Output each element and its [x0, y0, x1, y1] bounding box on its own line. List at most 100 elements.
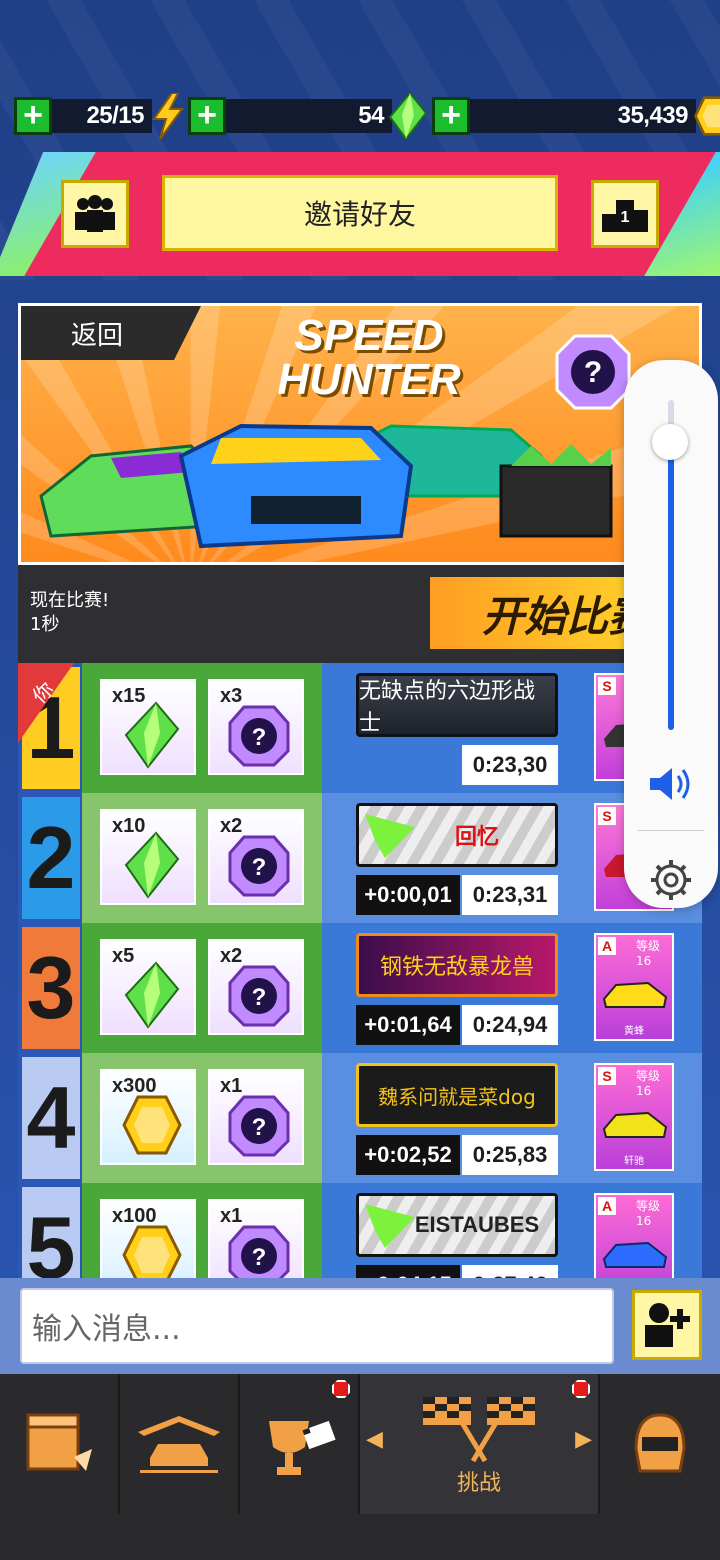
mystery-box-icon[interactable]: ? [555, 334, 631, 410]
race-timer: 1秒 [30, 614, 60, 635]
race-time: 0:25,83 [462, 1135, 558, 1175]
car-tier: S [598, 677, 616, 695]
time-difference: +0:04,15 [356, 1265, 460, 1278]
podium-icon: 1 [602, 200, 648, 232]
player-nameplate[interactable]: 回忆 [356, 803, 558, 867]
player-nameplate[interactable]: 无缺点的六边形战士 [356, 673, 558, 737]
mystery-box-icon: ? [228, 705, 290, 767]
chat-bar: 输入消息... [0, 1278, 720, 1374]
table-row[interactable]: 3 x5 x2 ? 钢铁无敌暴龙兽 +0:01,64 0:24,94 A 等级1… [18, 923, 702, 1053]
gems-resource: + 54 [188, 93, 428, 139]
race-bar: 现在比赛! 1秒 开始比赛 [18, 565, 702, 663]
gem-icon [124, 831, 180, 899]
podium-rank: 1 [621, 209, 630, 226]
group-icon [75, 195, 115, 232]
nav-shop[interactable] [0, 1374, 120, 1514]
table-row[interactable]: 5 x100 x1 ? EISTAUBES +0:04,15 0:27,46 A… [18, 1183, 702, 1278]
gem-icon [124, 961, 180, 1029]
player-nameplate[interactable]: 钢铁无敌暴龙兽 [356, 933, 558, 997]
garage-icon [138, 1416, 220, 1473]
nav-challenge[interactable]: ◀ 挑战 ▶ [360, 1374, 600, 1514]
svg-text:?: ? [252, 724, 267, 751]
add-coins-button[interactable]: + [432, 97, 470, 135]
reward-card[interactable]: x2 ? [208, 809, 304, 905]
mystery-box-icon: ? [228, 965, 290, 1027]
add-user-icon [645, 1303, 690, 1347]
reward-card[interactable]: x5 [100, 939, 196, 1035]
add-gems-button[interactable]: + [188, 97, 226, 135]
helmet-icon [634, 1413, 686, 1473]
divider [638, 830, 704, 831]
time-difference: +0:00,01 [356, 875, 460, 915]
car-icon [602, 1111, 668, 1138]
event-title-line2: HUNTER [277, 355, 461, 404]
car-icon [602, 981, 668, 1008]
event-cars-illustration [39, 423, 613, 549]
reward-card[interactable]: x1 ? [208, 1199, 304, 1278]
table-row[interactable]: 4 x300 x1 ? 魏系问就是菜dog +0:02,52 0:25,83 S… [18, 1053, 702, 1183]
notification-badge [572, 1380, 590, 1398]
reward-card[interactable]: x15 [100, 679, 196, 775]
add-energy-button[interactable]: + [14, 97, 52, 135]
car-tier: A [598, 937, 616, 955]
car-name: 黄蜂 [624, 1026, 644, 1037]
bottom-navigation: ◀ 挑战 ▶ [0, 1374, 720, 1560]
car-tier: S [598, 807, 616, 825]
reward-card[interactable]: x100 [100, 1199, 196, 1278]
right-arrow-icon[interactable]: ▶ [575, 1426, 592, 1452]
car-card[interactable]: A 等级16 黄蜂 [594, 933, 674, 1041]
gem-icon [124, 701, 180, 769]
leaderboard-button[interactable]: 1 [591, 180, 659, 248]
reward-card[interactable]: x3 ? [208, 679, 304, 775]
add-friend-button[interactable] [632, 1290, 702, 1360]
player-nameplate[interactable]: 魏系问就是菜dog [356, 1063, 558, 1127]
leaderboard: 1 你 x15 x3 ? 无缺点的六边形战士 0:23,30 S 2 x10 x [18, 663, 702, 1278]
reward-card[interactable]: x2 ? [208, 939, 304, 1035]
mystery-box-icon: ? [228, 1225, 290, 1278]
svg-text:?: ? [584, 356, 602, 389]
nav-profile[interactable] [600, 1374, 720, 1514]
speaker-icon[interactable] [648, 764, 694, 804]
left-arrow-icon[interactable]: ◀ [366, 1426, 383, 1452]
volume-level [668, 440, 674, 730]
rank-number: 4 [22, 1057, 80, 1179]
car-tier: A [598, 1197, 616, 1215]
player-nameplate[interactable]: EISTAUBES [356, 1193, 558, 1257]
nav-tournaments[interactable] [240, 1374, 360, 1514]
energy-value: 25/15 [52, 99, 152, 133]
reward-card[interactable]: x1 ? [208, 1069, 304, 1165]
table-row[interactable]: 2 x10 x2 ? 回忆 +0:00,01 0:23,31 S [18, 793, 702, 923]
svg-text:?: ? [252, 984, 267, 1011]
settings-gear-icon[interactable] [649, 858, 693, 902]
svg-text:?: ? [252, 854, 267, 881]
event-title-line1: SPEED [294, 311, 444, 360]
trophy-icon [269, 1420, 336, 1475]
table-row[interactable]: 1 你 x15 x3 ? 无缺点的六边形战士 0:23,30 S [18, 663, 702, 793]
message-input[interactable]: 输入消息... [20, 1288, 614, 1364]
rank-number: 3 [22, 927, 80, 1049]
race-now-label: 现在比赛! [30, 590, 110, 611]
car-card[interactable]: A 等级16 [594, 1193, 674, 1278]
invite-friends-button[interactable]: 邀请好友 [162, 175, 558, 251]
time-difference: +0:01,64 [356, 1005, 460, 1045]
race-time: 0:23,31 [462, 875, 558, 915]
car-tier: S [598, 1067, 616, 1085]
reward-card[interactable]: x10 [100, 809, 196, 905]
coins-value: 35,439 [470, 99, 696, 133]
car-level: 等级16 [636, 1199, 661, 1228]
coin-icon [694, 96, 720, 136]
energy-resource: + 25/15 [14, 93, 188, 139]
car-icon [602, 1241, 668, 1268]
player-name: EISTAUBES [414, 1212, 540, 1237]
reward-card[interactable]: x300 [100, 1069, 196, 1165]
mystery-box-icon: ? [228, 1095, 290, 1157]
rank-number: 5 [22, 1187, 80, 1278]
car-card[interactable]: S 等级16 轩驰 [594, 1063, 674, 1171]
time-difference: +0:02,52 [356, 1135, 460, 1175]
volume-slider-handle[interactable] [652, 424, 688, 460]
friends-button[interactable] [61, 180, 129, 248]
back-button[interactable]: 返回 [21, 306, 201, 360]
nav-garage[interactable] [120, 1374, 240, 1514]
svg-text:?: ? [252, 1244, 267, 1271]
car-level: 等级16 [636, 939, 661, 968]
